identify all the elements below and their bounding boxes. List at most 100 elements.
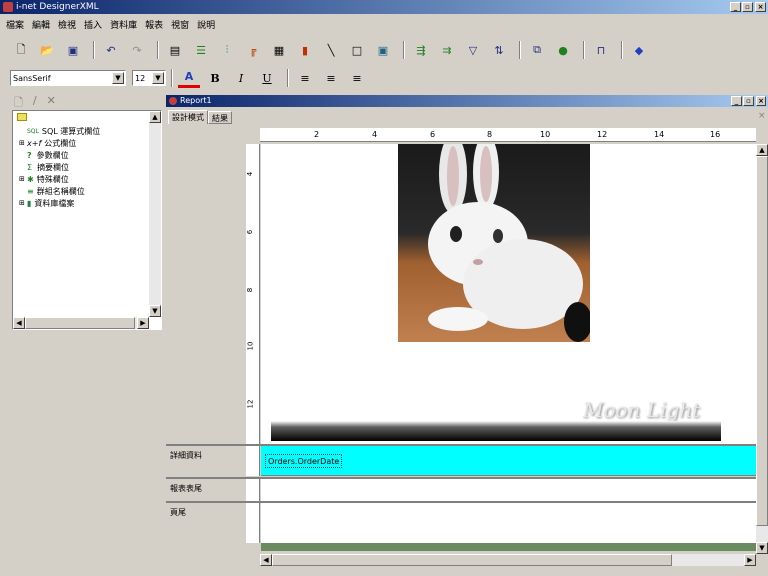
tree-item-formula[interactable]: ⊞ x+f 公式欄位 [19, 137, 100, 149]
insert-field-icon[interactable]: ▤ [164, 40, 186, 60]
undo-icon[interactable]: ↶ [100, 40, 122, 60]
filter-icon[interactable]: ▽ [462, 40, 484, 60]
order-date-field[interactable]: Orders.OrderDate [265, 454, 343, 468]
redo-icon[interactable]: ↷ [126, 40, 148, 60]
band-label-page-footer[interactable]: 頁尾 [168, 503, 244, 543]
menu-view[interactable]: 檢視 [58, 18, 76, 31]
font-color-icon[interactable]: A [178, 68, 200, 88]
run-report-icon[interactable]: ● [552, 40, 574, 60]
sort-expert-icon[interactable]: ⇉ [436, 40, 458, 60]
tab-close-icon[interactable]: × [758, 111, 766, 121]
underline-icon[interactable]: U [256, 68, 278, 88]
tree-item-summary[interactable]: Σ 摘要欄位 [19, 161, 100, 173]
report-maximize-button[interactable]: ▫ [743, 96, 754, 106]
report-icon [169, 97, 177, 105]
scroll-right-arrow-icon[interactable]: ▶ [744, 554, 756, 566]
report-header-section[interactable]: Moon Light [261, 144, 756, 444]
page-bottom-bar [261, 543, 756, 551]
gradient-bar[interactable] [271, 421, 721, 441]
tree-item-label: 資料庫檔案 [34, 198, 75, 208]
insert-group-icon[interactable]: ⫶ [216, 40, 238, 60]
design-vertical-scrollbar[interactable]: ▲ ▼ [756, 144, 768, 554]
menu-database[interactable]: 資料庫 [110, 18, 137, 31]
page-footer-section[interactable] [261, 503, 756, 543]
scroll-up-arrow-icon[interactable]: ▲ [149, 111, 161, 123]
insert-box-icon[interactable]: □ [346, 40, 368, 60]
scroll-up-arrow-icon[interactable]: ▲ [756, 144, 768, 156]
tab-preview[interactable]: 結果 [208, 111, 232, 124]
rabbit-picture[interactable] [398, 144, 590, 342]
report-minimize-button[interactable]: _ [731, 96, 742, 106]
insert-picture-icon[interactable]: ▣ [372, 40, 394, 60]
menu-edit[interactable]: 編輯 [32, 18, 50, 31]
expand-icon[interactable]: ⊞ [19, 199, 27, 207]
report-tabs: 設計模式 結果 [168, 110, 232, 124]
new-document-icon[interactable]: 🗋 [10, 40, 32, 60]
font-size-select[interactable]: 12 ▼ [132, 70, 166, 86]
minimize-button[interactable]: _ [730, 2, 741, 12]
scroll-thumb[interactable] [25, 317, 135, 329]
chevron-down-icon[interactable]: ▼ [112, 72, 124, 84]
menu-file[interactable]: 檔案 [6, 18, 24, 31]
band-label-report-footer[interactable]: 報表表尾 [168, 479, 244, 501]
expand-icon[interactable]: ⊞ [19, 175, 27, 183]
menu-bar: 檔案 編輯 檢視 插入 資料庫 報表 視窗 說明 [0, 14, 768, 34]
detail-section[interactable]: Orders.OrderDate [261, 446, 756, 476]
insert-chart-icon[interactable]: ▮ [294, 40, 316, 60]
align-left-icon[interactable]: ≡ [294, 68, 316, 88]
close-button[interactable]: × [755, 2, 766, 12]
tree-horizontal-scrollbar[interactable]: ◀ ▶ [13, 317, 149, 329]
report-close-button[interactable]: × [756, 96, 766, 106]
ruler-tick-label: 6 [246, 229, 255, 235]
scroll-thumb[interactable] [756, 156, 768, 526]
tree-item-group-name[interactable]: ≡ 群組名稱欄位 [19, 185, 100, 197]
font-select[interactable]: SansSerif ▼ [10, 70, 126, 86]
scroll-right-arrow-icon[interactable]: ▶ [137, 317, 149, 329]
field-explorer-tree[interactable]: SQL SQL 運算式欄位 ⊞ x+f 公式欄位 ? 參數欄位 Σ 摘要欄位 ⊞… [12, 110, 162, 330]
save-icon[interactable]: ▣ [62, 40, 84, 60]
group-expert-icon[interactable]: ⇶ [410, 40, 432, 60]
rabbit-image-svg [428, 144, 590, 342]
menu-report[interactable]: 報表 [145, 18, 163, 31]
bold-icon[interactable]: B [204, 68, 226, 88]
tree-item-parameter[interactable]: ? 參數欄位 [19, 149, 100, 161]
scroll-thumb[interactable] [272, 554, 672, 566]
chevron-down-icon[interactable]: ▼ [152, 72, 164, 84]
sort-icon[interactable]: ⇅ [488, 40, 510, 60]
insert-text-icon[interactable]: ☰ [190, 40, 212, 60]
tree-root-folder-icon [17, 113, 27, 121]
report-footer-section[interactable] [261, 479, 756, 501]
tree-item-special[interactable]: ⊞ ✱ 特殊欄位 [19, 173, 100, 185]
sql-icon: SQL [27, 127, 39, 135]
tab-design-label: 設計模式 [172, 113, 204, 122]
open-folder-icon[interactable]: 📂 [36, 40, 58, 60]
main-toolbar: 🗋 📂 ▣ ↶ ↷ ▤ ☰ ⫶ ╔ ▦ ▮ ╲ □ ▣ ⇶ ⇉ ▽ ⇅ ⧉ ● … [0, 36, 768, 64]
scroll-left-arrow-icon[interactable]: ◀ [260, 554, 272, 566]
design-horizontal-scrollbar[interactable]: ◀ ▶ [260, 554, 756, 566]
tree-item-database[interactable]: ⊞ ▮ 資料庫檔案 [19, 197, 100, 209]
insert-line-icon[interactable]: ╲ [320, 40, 342, 60]
toolbar-separator [157, 41, 159, 59]
page-setup-icon[interactable]: ⊓ [590, 40, 612, 60]
menu-insert[interactable]: 插入 [84, 18, 102, 31]
menu-window[interactable]: 視窗 [171, 18, 189, 31]
scroll-down-arrow-icon[interactable]: ▼ [756, 542, 768, 554]
tab-design[interactable]: 設計模式 [168, 110, 208, 124]
tree-vertical-scrollbar[interactable]: ▲ ▼ [149, 111, 161, 317]
publish-icon[interactable]: ◆ [628, 40, 650, 60]
band-label-detail[interactable]: 詳細資料 [168, 446, 244, 476]
insert-subreport-icon[interactable]: ▦ [268, 40, 290, 60]
expand-icon[interactable]: ⊞ [19, 139, 27, 147]
scroll-left-arrow-icon[interactable]: ◀ [13, 317, 25, 329]
maximize-button[interactable]: ▫ [742, 2, 753, 12]
align-center-icon[interactable]: ≡ [320, 68, 342, 88]
tree-item-sql[interactable]: SQL SQL 運算式欄位 [19, 125, 100, 137]
align-right-icon[interactable]: ≡ [346, 68, 368, 88]
menu-help[interactable]: 說明 [197, 18, 215, 31]
ruler-tick-label: 2 [314, 130, 320, 139]
insert-crosstab-icon[interactable]: ╔ [242, 40, 264, 60]
database-expert-icon[interactable]: ⧉ [526, 40, 548, 60]
moon-light-watermark[interactable]: Moon Light [583, 398, 700, 422]
scroll-down-arrow-icon[interactable]: ▼ [149, 305, 161, 317]
italic-icon[interactable]: I [230, 68, 252, 88]
